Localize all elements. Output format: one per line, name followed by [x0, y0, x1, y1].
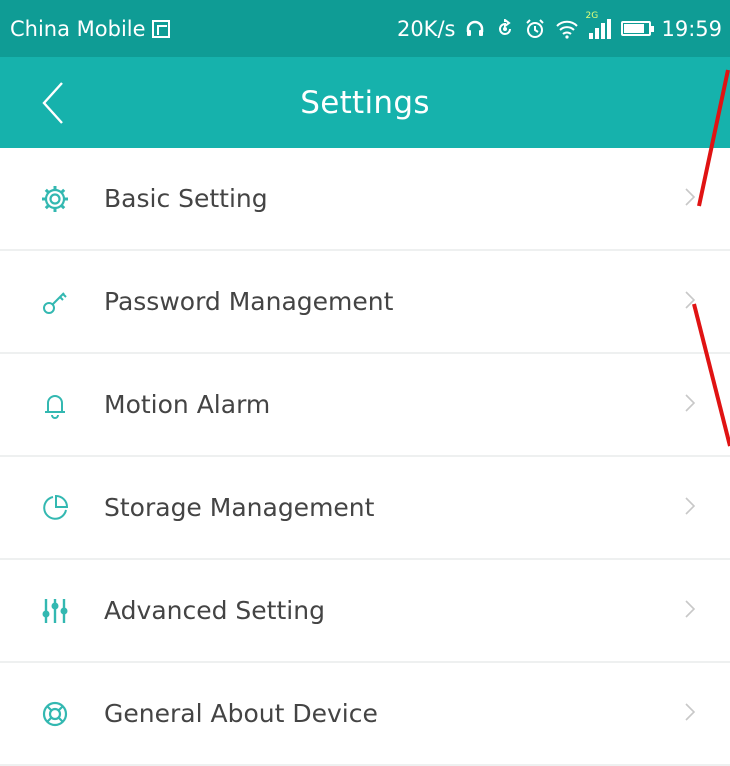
status-bar: China Mobile 20K/s 2G 19:59 [0, 0, 730, 57]
status-right: 20K/s 2G 19:59 [396, 11, 722, 41]
bell-icon [40, 390, 70, 420]
wifi-icon [555, 19, 579, 39]
chevron-right-icon [684, 290, 696, 314]
headset-icon [465, 19, 485, 39]
menu-item-label: Advanced Setting [104, 596, 325, 625]
menu-item-label: Motion Alarm [104, 390, 271, 419]
menu-item-basic-setting[interactable]: Basic Setting [0, 148, 730, 251]
chevron-right-icon [684, 393, 696, 417]
app-bar: Settings [0, 57, 730, 148]
menu-item-storage-management[interactable]: Storage Management [0, 457, 730, 560]
carrier-label: China Mobile [10, 16, 146, 41]
chevron-right-icon [684, 496, 696, 520]
menu-item-label: Storage Management [104, 493, 375, 522]
battery-icon [621, 21, 655, 36]
chevron-right-icon [684, 599, 696, 623]
menu-item-password-management[interactable]: Password Management [0, 251, 730, 354]
chevron-right-icon [684, 702, 696, 726]
sync-icon [495, 18, 515, 39]
settings-menu: Basic Setting Password Management Motion… [0, 148, 730, 766]
sim-card-icon [151, 19, 170, 38]
cell-signal-icon: 2G [585, 11, 612, 39]
menu-item-general-about-device[interactable]: General About Device [0, 663, 730, 766]
menu-item-advanced-setting[interactable]: Advanced Setting [0, 560, 730, 663]
key-icon [40, 287, 70, 317]
chevron-left-icon [42, 82, 63, 124]
network-type: 2G [585, 10, 599, 21]
status-left: China Mobile [10, 17, 170, 41]
menu-item-label: General About Device [104, 699, 378, 728]
lifebuoy-icon [40, 699, 70, 729]
chevron-right-icon [684, 187, 696, 211]
storage-icon [40, 493, 70, 523]
menu-item-label: Basic Setting [104, 184, 268, 213]
menu-item-label: Password Management [104, 287, 394, 316]
back-button[interactable] [28, 75, 78, 131]
menu-item-motion-alarm[interactable]: Motion Alarm [0, 354, 730, 457]
sliders-icon [40, 596, 70, 626]
page-title: Settings [300, 84, 430, 121]
alarm-clock-icon [525, 18, 545, 39]
network-speed: 20K/s [396, 16, 456, 41]
gear-icon [40, 184, 70, 214]
clock-time: 19:59 [661, 16, 722, 41]
